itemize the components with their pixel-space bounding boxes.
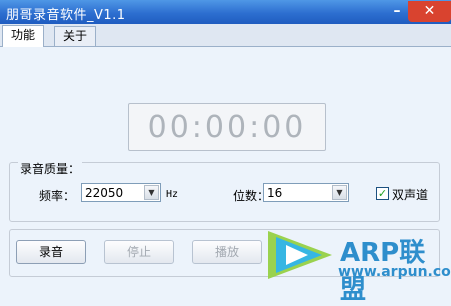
arp-logo-icon — [268, 231, 332, 279]
frequency-label: 频率： — [39, 189, 76, 203]
frequency-unit: Hz — [166, 189, 179, 200]
title-bar[interactable]: 朋哥录音软件_V1.1 – ✕ — [0, 0, 451, 24]
tab-function[interactable]: 功能 — [2, 25, 45, 47]
stereo-label[interactable]: 双声道 — [392, 186, 428, 203]
minimize-button[interactable]: – — [386, 1, 408, 22]
quality-title: 录音质量： — [18, 160, 83, 177]
bits-value: 16 — [267, 186, 283, 200]
stereo-checkbox[interactable]: ✓ — [376, 187, 389, 200]
window-title: 朋哥录音软件_V1.1 — [6, 8, 126, 23]
record-button[interactable]: 录音 — [16, 240, 86, 264]
bits-select[interactable]: 16 ▼ — [263, 183, 349, 202]
timer-display: 00:00:00 — [128, 103, 326, 151]
tab-bar: 功能 关于 — [0, 24, 451, 47]
frequency-value: 22050 — [85, 186, 124, 200]
watermark-url: www.arpun.com — [338, 264, 451, 280]
close-button[interactable]: ✕ — [408, 1, 451, 22]
play-button[interactable]: 播放 — [192, 240, 262, 264]
chevron-down-icon[interactable]: ▼ — [332, 185, 347, 200]
chevron-down-icon[interactable]: ▼ — [144, 185, 159, 200]
frequency-select[interactable]: 22050 ▼ — [81, 183, 161, 202]
stop-button[interactable]: 停止 — [104, 240, 174, 264]
tab-about[interactable]: 关于 — [54, 26, 97, 46]
